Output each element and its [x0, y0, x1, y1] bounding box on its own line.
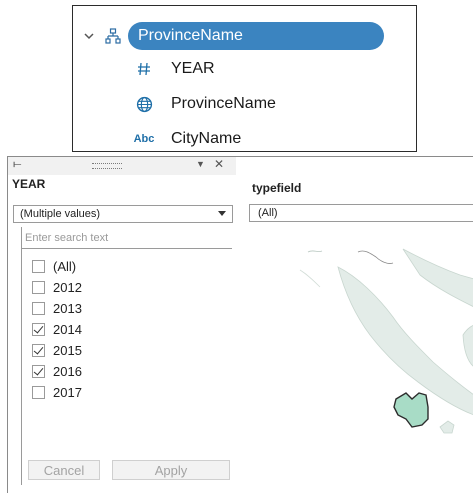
- dropdown-value: (Multiple values): [20, 208, 101, 220]
- close-icon[interactable]: ✕: [214, 157, 224, 171]
- globe-icon: [131, 96, 157, 113]
- dashboard-view: ⟝ ▼ ✕ YEAR (Multiple values) typefield (…: [7, 156, 473, 493]
- option-label: 2015: [53, 342, 82, 358]
- filter-card-header[interactable]: ⟝ ▼ ✕: [8, 157, 236, 175]
- list-item[interactable]: 2016: [32, 362, 82, 380]
- pin-icon[interactable]: ⟝: [13, 159, 21, 170]
- list-item[interactable]: 2017: [32, 383, 82, 401]
- checkbox[interactable]: [32, 364, 45, 378]
- abc-icon: Abc: [133, 133, 155, 145]
- hierarchy-icon: [102, 25, 124, 47]
- option-label: 2017: [53, 384, 82, 400]
- checkbox[interactable]: [32, 385, 45, 399]
- checkbox[interactable]: [32, 280, 45, 294]
- hierarchy-panel: ProvinceName YEAR ProvinceName Abc CityN…: [72, 5, 417, 152]
- checkbox[interactable]: [32, 301, 45, 315]
- cancel-button[interactable]: Cancel: [28, 460, 100, 480]
- chevron-down-icon[interactable]: [82, 29, 96, 43]
- chevron-down-icon[interactable]: ▼: [196, 159, 205, 169]
- checkbox[interactable]: [32, 259, 45, 273]
- list-item[interactable]: 2012: [32, 278, 82, 296]
- hierarchy-root-label[interactable]: ProvinceName: [128, 22, 384, 50]
- option-label: 2016: [53, 363, 82, 379]
- list-item[interactable]: 2014: [32, 320, 82, 338]
- typefield-filter-dropdown[interactable]: (All): [249, 204, 473, 222]
- list-item[interactable]: 2013: [32, 299, 82, 317]
- hierarchy-root[interactable]: ProvinceName: [82, 20, 384, 52]
- year-filter-title: YEAR: [12, 177, 46, 191]
- year-filter-dropdown[interactable]: (Multiple values): [13, 205, 233, 223]
- search-input[interactable]: Enter search text: [22, 227, 232, 249]
- option-label: (All): [53, 258, 77, 274]
- list-item[interactable]: 2015: [32, 341, 82, 359]
- apply-button[interactable]: Apply: [112, 460, 230, 480]
- field-label: YEAR: [171, 60, 215, 77]
- option-label: 2012: [53, 279, 82, 295]
- year-dropdown-list: Enter search text (All) 2012 2013 2014 2…: [21, 227, 232, 485]
- field-label: ProvinceName: [171, 95, 276, 112]
- field-label: CityName: [171, 130, 242, 147]
- caret-down-icon[interactable]: [218, 211, 226, 216]
- option-label: 2014: [53, 321, 82, 337]
- list-item[interactable]: (All): [32, 257, 76, 275]
- field-provincename[interactable]: ProvinceName: [131, 88, 276, 120]
- field-cityname[interactable]: Abc CityName: [131, 123, 242, 155]
- typefield-filter-title: typefield: [252, 181, 302, 195]
- highlighted-province: [393, 392, 429, 428]
- field-year[interactable]: YEAR: [131, 53, 215, 85]
- drag-handle[interactable]: [92, 163, 122, 169]
- checkbox[interactable]: [32, 322, 45, 336]
- option-label: 2013: [53, 300, 82, 316]
- checkbox[interactable]: [32, 343, 45, 357]
- dropdown-value: (All): [258, 207, 278, 219]
- hash-icon: [131, 61, 157, 77]
